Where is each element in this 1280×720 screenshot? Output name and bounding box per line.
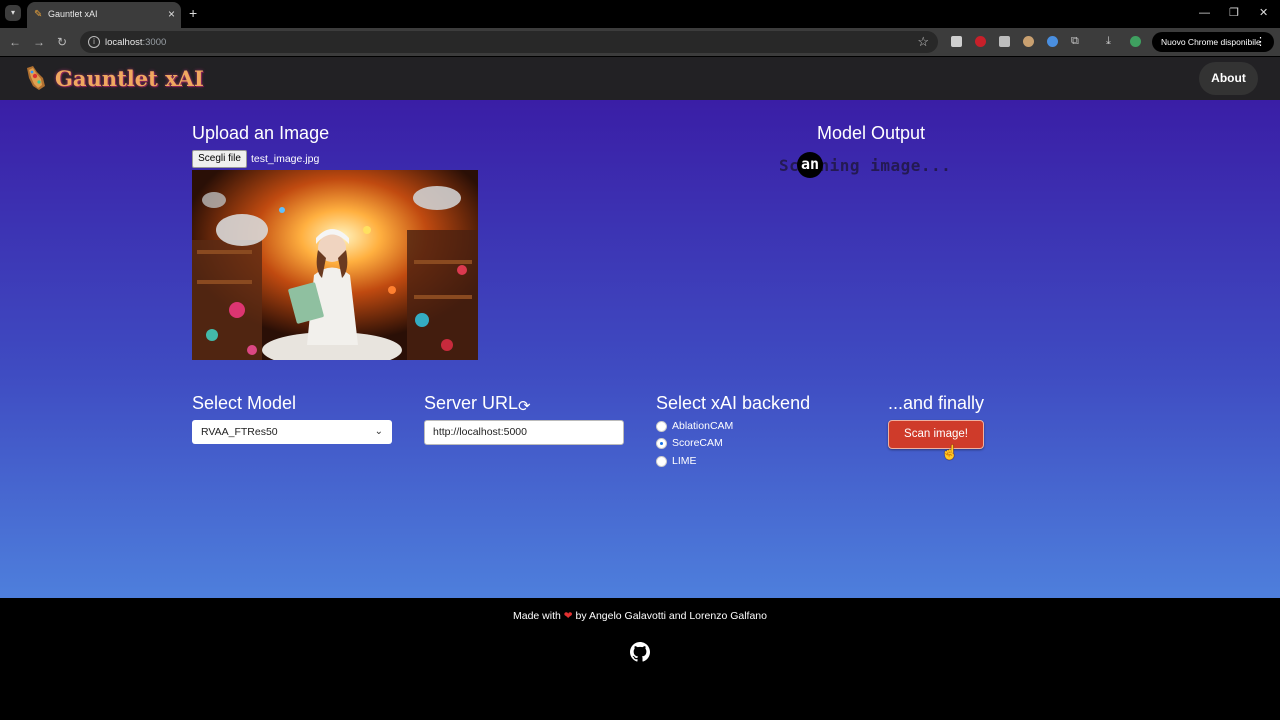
bookmark-star-icon[interactable]: ☆ xyxy=(917,34,929,50)
gauntlet-favicon-icon: ✎ xyxy=(34,9,43,20)
extension-3-icon[interactable] xyxy=(999,36,1010,47)
close-window-icon[interactable]: ✕ xyxy=(1259,5,1268,21)
upload-title: Upload an Image xyxy=(192,123,330,143)
radio-scorecam[interactable] xyxy=(656,438,667,449)
radio-label: LIME xyxy=(672,455,697,467)
radio-ablationcam[interactable] xyxy=(656,421,667,432)
site-info-icon[interactable]: i xyxy=(88,36,100,48)
refresh-icon[interactable]: ⟳ xyxy=(518,398,531,416)
gauntlet-logo-icon xyxy=(27,66,45,90)
chevron-down-icon: ▾ xyxy=(10,8,15,17)
app-header: Gauntlet xAI About xyxy=(0,57,1280,100)
back-icon[interactable]: ← xyxy=(9,34,21,50)
address-bar[interactable]: i localhost:3000 ☆ xyxy=(80,31,938,53)
radio-label: ScoreCAM xyxy=(672,437,723,449)
kebab-menu-icon[interactable]: ⋮ xyxy=(1255,32,1266,52)
download-icon[interactable]: ⤓ xyxy=(1106,34,1111,48)
footer-credits: Made with ❤ by Angelo Galavotti and Lore… xyxy=(513,610,767,622)
xai-backend-title: Select xAI backend xyxy=(656,393,811,413)
ublock-extension-icon[interactable] xyxy=(975,36,986,47)
server-url-title: Server URL xyxy=(424,393,519,413)
uploaded-image-preview xyxy=(192,170,478,360)
app-title: Gauntlet xAI xyxy=(55,66,204,91)
chrome-update-button[interactable]: Nuovo Chrome disponibile ⋮ xyxy=(1152,32,1274,52)
server-url-input[interactable]: http://localhost:5000 xyxy=(424,420,624,445)
heart-icon: ❤ xyxy=(563,610,573,622)
hand-cursor-icon: ☝ xyxy=(941,444,959,460)
radio-lime[interactable] xyxy=(656,456,667,467)
github-icon[interactable] xyxy=(630,642,650,662)
update-label: Nuovo Chrome disponibile xyxy=(1161,37,1261,47)
browser-tab[interactable]: ✎ Gauntlet xAI × xyxy=(27,2,181,28)
web-page: Gauntlet xAI About Upload an Image Scegl… xyxy=(0,57,1280,720)
model-output-title: Model Output xyxy=(817,123,926,143)
browser-tab-strip: ▾ ✎ Gauntlet xAI × + — ❐ ✕ xyxy=(0,0,1280,28)
extensions-puzzle-icon[interactable]: ⧉ xyxy=(1071,34,1079,48)
tab-search-button[interactable]: ▾ xyxy=(5,5,21,21)
tab-title: Gauntlet xAI xyxy=(48,9,98,19)
radio-label: AblationCAM xyxy=(672,420,734,432)
select-model-title: Select Model xyxy=(192,393,297,413)
forward-icon[interactable]: → xyxy=(33,34,45,50)
selected-file-name: test_image.jpg xyxy=(251,153,320,165)
minimize-icon[interactable]: — xyxy=(1199,5,1210,21)
extension-4-icon[interactable] xyxy=(1023,36,1034,47)
finally-title: ...and finally xyxy=(888,393,985,413)
extension-1-icon[interactable] xyxy=(951,36,962,47)
about-button[interactable]: About xyxy=(1199,62,1258,95)
close-tab-icon[interactable]: × xyxy=(168,7,175,21)
reload-icon[interactable]: ↻ xyxy=(57,34,67,50)
loading-spinner: an xyxy=(797,152,823,178)
model-select[interactable]: RVAA_FTRes50 ⌄ xyxy=(192,420,392,444)
address-url[interactable]: localhost:3000 xyxy=(105,37,166,48)
chevron-down-icon: ⌄ xyxy=(374,426,383,437)
extension-5-icon[interactable] xyxy=(1047,36,1058,47)
model-select-value: RVAA_FTRes50 xyxy=(201,426,278,438)
browser-toolbar: ← → ↻ i localhost:3000 ☆ ⧉ ⤓ Nuovo Chrom… xyxy=(0,28,1280,56)
new-tab-icon[interactable]: + xyxy=(189,5,197,21)
restore-icon[interactable]: ❐ xyxy=(1229,5,1239,21)
footer: Made with ❤ by Angelo Galavotti and Lore… xyxy=(0,598,1280,720)
scan-image-button[interactable]: Scan image! xyxy=(888,420,984,449)
choose-file-button[interactable]: Scegli file xyxy=(192,150,247,168)
profile-extension-icon[interactable] xyxy=(1130,36,1141,47)
main-content: Upload an Image Scegli file test_image.j… xyxy=(0,100,1280,598)
